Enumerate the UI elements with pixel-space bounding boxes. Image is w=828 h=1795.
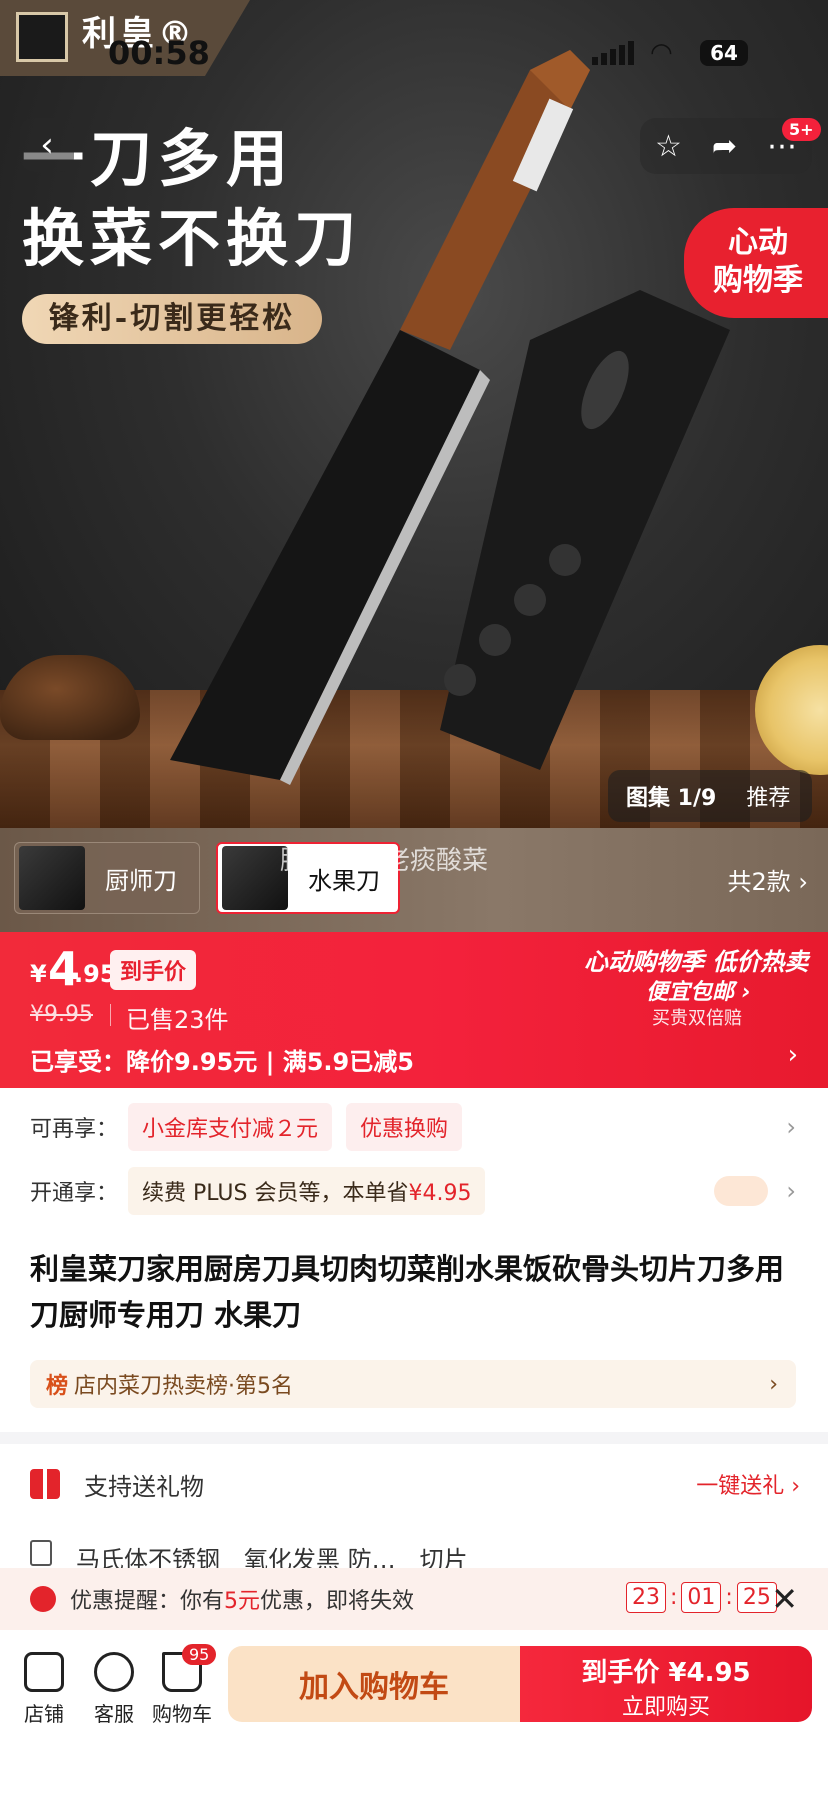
offer-chip[interactable]: 优惠换购 (346, 1103, 463, 1151)
product-hero-image[interactable]: 利皇® 00:58 ◠ 64 一刀多用 换菜不换刀 锋利-切割更轻松 心动 购物… (0, 0, 828, 828)
gift-row[interactable]: 支持送礼物 一键送礼 › (30, 1464, 800, 1504)
mushroom-decoration (0, 655, 140, 740)
ranking-banner[interactable]: 榜 店内菜刀热卖榜·第5名 › (30, 1360, 796, 1408)
chat-face-icon (94, 1652, 134, 1692)
extra-offers-row[interactable]: 可再享： 小金库支付减２元 优惠换购 › (0, 1100, 828, 1154)
promo-guarantee: 买贵双倍赔 (652, 1008, 742, 1029)
clock-icon (30, 1586, 56, 1612)
spec-tag: 切片 (419, 1546, 468, 1570)
floating-overlay-text: 脚尖上的老痰酸菜 (280, 846, 489, 876)
plus-label: 开通享： (30, 1181, 119, 1206)
battery-icon: 64 (700, 40, 748, 66)
buy-price: 到手价 ¥4.95 (581, 1658, 751, 1688)
variant-thumbnail (222, 846, 288, 910)
favorite-star-icon[interactable]: ☆ (655, 129, 682, 164)
notice-prefix: 优惠提醒：你有 (70, 1589, 225, 1614)
variant-label: 厨师刀 (105, 866, 177, 895)
send-gift-link[interactable]: 一键送礼 › (696, 1468, 800, 1500)
plus-savings: ¥4.95 (408, 1181, 472, 1206)
status-icons: ◠ 64 (592, 40, 748, 66)
price-separator (110, 1004, 111, 1026)
plus-chip[interactable]: 续费 PLUS 会员等，本单省¥4.95 (128, 1167, 486, 1215)
ranking-text: 店内菜刀热卖榜·第5名 (74, 1374, 294, 1399)
gallery-indicator[interactable]: 图集 1/9 推荐 (608, 770, 812, 822)
gallery-count: 图集 1/9 (626, 786, 717, 811)
signal-icon (592, 41, 634, 65)
chevron-right-icon: › (769, 1371, 778, 1397)
chevron-right-icon: › (786, 1113, 796, 1141)
store-icon (24, 1652, 64, 1692)
doc-icon (30, 1540, 52, 1566)
hero-subline: 锋利-切割更轻松 (22, 294, 322, 344)
final-price-tag: 到手价 (110, 950, 197, 990)
chevron-right-icon: › (786, 1177, 796, 1205)
hero-headline-2: 换菜不换刀 (22, 202, 363, 275)
brand-logo (16, 12, 68, 62)
shop-button[interactable]: 店铺 (14, 1652, 74, 1727)
notice-suffix: 优惠，即将失效 (260, 1589, 415, 1614)
product-title: 利皇菜刀家用厨房刀具切肉切菜削水果饭砍骨头切片刀多用刀厨师专用刀 水果刀 (30, 1252, 785, 1332)
plus-offer-row[interactable]: 开通享： 续费 PLUS 会员等，本单省¥4.95 › (0, 1164, 828, 1218)
sold-count: 已售23件 (126, 1006, 229, 1034)
share-icon[interactable]: ➦ (712, 129, 737, 164)
gift-label: 支持送礼物 (84, 1472, 204, 1501)
original-price: ¥9.95 (30, 1002, 93, 1027)
wifi-icon: ◠ (650, 38, 673, 68)
chevron-left-icon: ‹ (40, 125, 54, 165)
price-currency: ¥ (30, 960, 47, 988)
bottom-action-bar: 店铺 客服 购物车 95 加入购物车 到手价 ¥4.95 立即购买 (0, 1630, 828, 1795)
more-badge: 5+ (782, 118, 821, 141)
variant-strip: 厨师刀 水果刀 脚尖上的老痰酸菜 共2款 › (0, 828, 828, 932)
offer-chip[interactable]: 小金库支付减２元 (128, 1103, 333, 1151)
countdown-timer: 23 : 01 : 25 (626, 1582, 777, 1613)
variant-option[interactable]: 厨师刀 (14, 842, 200, 914)
spec-tag: 氧化发黑 防… (244, 1546, 396, 1570)
countdown-hours: 23 (626, 1582, 666, 1613)
coupon-expiry-notice[interactable]: 优惠提醒：你有 5元 优惠，即将失效 23 : 01 : 25 ✕ (0, 1568, 828, 1630)
spec-tags[interactable]: 马氏体不锈钢 氧化发黑 防… 切片 (30, 1540, 800, 1570)
gallery-recommend[interactable]: 推荐 (746, 780, 790, 812)
variant-total[interactable]: 共2款 › (727, 862, 808, 897)
customer-service-button[interactable]: 客服 (84, 1652, 144, 1727)
chevron-right-icon[interactable]: › (788, 1040, 798, 1070)
back-button[interactable]: ‹ (20, 118, 74, 172)
buy-label: 立即购买 (621, 1695, 710, 1720)
buy-now-button[interactable]: 到手价 ¥4.95 立即购买 (520, 1646, 812, 1722)
close-icon[interactable]: ✕ (771, 1580, 798, 1618)
promo-title: 心动购物季 低价热卖 (584, 948, 809, 976)
section-divider (0, 1432, 828, 1444)
spec-tag: 马氏体不锈钢 (76, 1546, 220, 1570)
price-banner: ¥ 4 .95 到手价 ¥9.95 已售23件 已享受：降价9.95元 | 满5… (0, 932, 828, 1088)
ranking-mark: 榜 (46, 1374, 69, 1399)
promo-free-shipping[interactable]: 便宜包邮 › (646, 974, 751, 1006)
gift-icon (30, 1469, 60, 1499)
cart-count-badge: 95 (182, 1644, 217, 1665)
promo-badge[interactable]: 心动 购物季 (684, 208, 828, 318)
extra-offers-label: 可再享： (30, 1117, 119, 1142)
countdown-minutes: 01 (681, 1582, 722, 1613)
add-to-cart-button[interactable]: 加入购物车 (228, 1646, 520, 1722)
notice-amount: 5元 (224, 1589, 261, 1614)
variant-thumbnail (19, 846, 85, 910)
discount-summary[interactable]: 已享受：降价9.95元 | 满5.9已减5 (30, 1042, 414, 1077)
plus-crown-icon (714, 1176, 768, 1206)
status-time: 00:58 (108, 34, 210, 72)
